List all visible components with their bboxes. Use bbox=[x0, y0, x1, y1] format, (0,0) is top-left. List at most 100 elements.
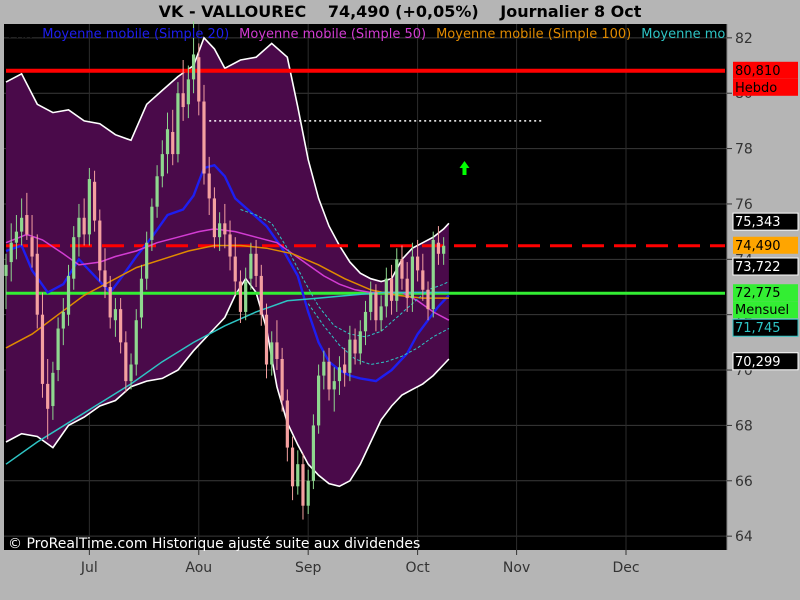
price-label-text: Mensuel bbox=[735, 303, 789, 318]
candle-body bbox=[442, 245, 446, 254]
candle-body bbox=[332, 381, 336, 390]
candle-body bbox=[56, 328, 60, 371]
candle-body bbox=[322, 361, 326, 376]
candle-body bbox=[343, 364, 347, 373]
candle-body bbox=[374, 292, 378, 321]
candle-body bbox=[290, 447, 295, 487]
legend-entry: Prix bbox=[8, 27, 33, 42]
candle-body bbox=[264, 314, 269, 365]
x-axis-tick-label: Oct bbox=[405, 560, 430, 576]
candle-body bbox=[150, 206, 154, 240]
candle-body bbox=[426, 289, 430, 310]
candle-body bbox=[311, 425, 315, 481]
candle-body bbox=[87, 179, 91, 235]
candle-body bbox=[280, 358, 284, 401]
candle-body bbox=[202, 101, 206, 174]
candle-body bbox=[40, 314, 45, 384]
candle-body bbox=[61, 311, 65, 329]
candle-body bbox=[191, 54, 196, 80]
legend-entry: Moyenne mobile (Simple 50) bbox=[239, 27, 426, 42]
candle-body bbox=[46, 383, 50, 409]
x-axis-tick-label: Jul bbox=[80, 560, 98, 576]
candle-body bbox=[369, 292, 373, 312]
candle-body bbox=[160, 154, 164, 177]
price-label-text: 75,343 bbox=[735, 215, 781, 230]
candle-body bbox=[72, 237, 76, 279]
candle-body bbox=[405, 278, 409, 299]
candle-body bbox=[171, 131, 175, 155]
legend-entry: Moyenne mobile (Simple 100) bbox=[436, 27, 631, 42]
candle-body bbox=[296, 464, 300, 487]
candle-body bbox=[249, 253, 253, 279]
x-axis-tick-label: Sep bbox=[295, 560, 322, 576]
y-axis-tick-label: 82 bbox=[735, 31, 753, 47]
candle-body bbox=[197, 57, 201, 102]
candle-body bbox=[379, 306, 383, 321]
candle-body bbox=[165, 129, 170, 155]
candle-body bbox=[186, 79, 190, 105]
candle-body bbox=[129, 364, 133, 382]
candle-body bbox=[77, 217, 81, 238]
candle-body bbox=[176, 93, 180, 155]
price-label-text: 80,810 bbox=[735, 64, 781, 79]
candle-body bbox=[20, 217, 24, 232]
candle-body bbox=[337, 367, 342, 382]
candle-body bbox=[155, 176, 159, 207]
candle-body bbox=[327, 361, 331, 390]
price-label-text: Hebdo bbox=[735, 81, 777, 96]
candle-body bbox=[134, 320, 138, 365]
candle-body bbox=[212, 198, 217, 238]
y-axis-tick-label: 66 bbox=[735, 474, 753, 490]
candle-body bbox=[363, 311, 368, 332]
x-axis-tick-label: Aou bbox=[185, 560, 212, 576]
candle-body bbox=[400, 259, 404, 279]
candle-body bbox=[421, 270, 425, 290]
x-axis-tick-label: Dec bbox=[612, 560, 639, 576]
candle-body bbox=[275, 342, 279, 359]
price-chart[interactable]: Prix Moyenne mobile (Simple 20) Moyenne mo… bbox=[0, 0, 800, 600]
candle-body bbox=[228, 234, 232, 257]
candle-body bbox=[51, 372, 55, 407]
candle-body bbox=[285, 400, 289, 448]
candle-body bbox=[301, 464, 305, 506]
candle-body bbox=[259, 275, 263, 315]
candle-body bbox=[98, 220, 102, 271]
price-label-text: 73,722 bbox=[735, 260, 781, 275]
candle-body bbox=[384, 278, 388, 307]
y-axis-tick-label: 64 bbox=[735, 529, 753, 545]
candle-body bbox=[4, 264, 8, 276]
candle-body bbox=[223, 223, 227, 235]
candle-body bbox=[416, 256, 420, 271]
candle-body bbox=[124, 342, 128, 382]
candle-body bbox=[108, 287, 112, 318]
candle-body bbox=[389, 278, 394, 301]
candle-body bbox=[145, 242, 149, 279]
legend-entry: Moyenne mobile (Simple 20) bbox=[42, 27, 229, 42]
price-label-text: 74,490 bbox=[735, 239, 781, 254]
price-label-text: 70,299 bbox=[735, 355, 781, 370]
candle-body bbox=[30, 237, 34, 257]
price-label-text: 72,775 bbox=[735, 286, 781, 301]
candle-body bbox=[82, 217, 86, 235]
y-axis-tick-label: 68 bbox=[735, 418, 753, 434]
candle-body bbox=[306, 480, 310, 506]
candle-body bbox=[103, 270, 107, 287]
candle-body bbox=[207, 173, 211, 199]
candle-body bbox=[358, 331, 362, 354]
candle-body bbox=[436, 242, 441, 254]
candle-body bbox=[139, 278, 144, 318]
price-label-text: 71,745 bbox=[735, 321, 781, 336]
y-axis-tick-label: 76 bbox=[735, 197, 753, 213]
candle-body bbox=[35, 253, 39, 315]
candle-body bbox=[410, 256, 414, 299]
candle-body bbox=[181, 93, 185, 108]
y-axis-tick-label: 78 bbox=[735, 142, 753, 158]
x-axis: Jul Aou Sep Oct Nov Dec bbox=[80, 550, 640, 576]
candle-body bbox=[238, 281, 243, 312]
candle-body bbox=[348, 339, 352, 373]
candle-body bbox=[113, 309, 118, 321]
candle-body bbox=[317, 375, 321, 426]
candle-body bbox=[9, 242, 13, 263]
candle-body bbox=[353, 339, 357, 354]
candle-body bbox=[25, 215, 29, 235]
